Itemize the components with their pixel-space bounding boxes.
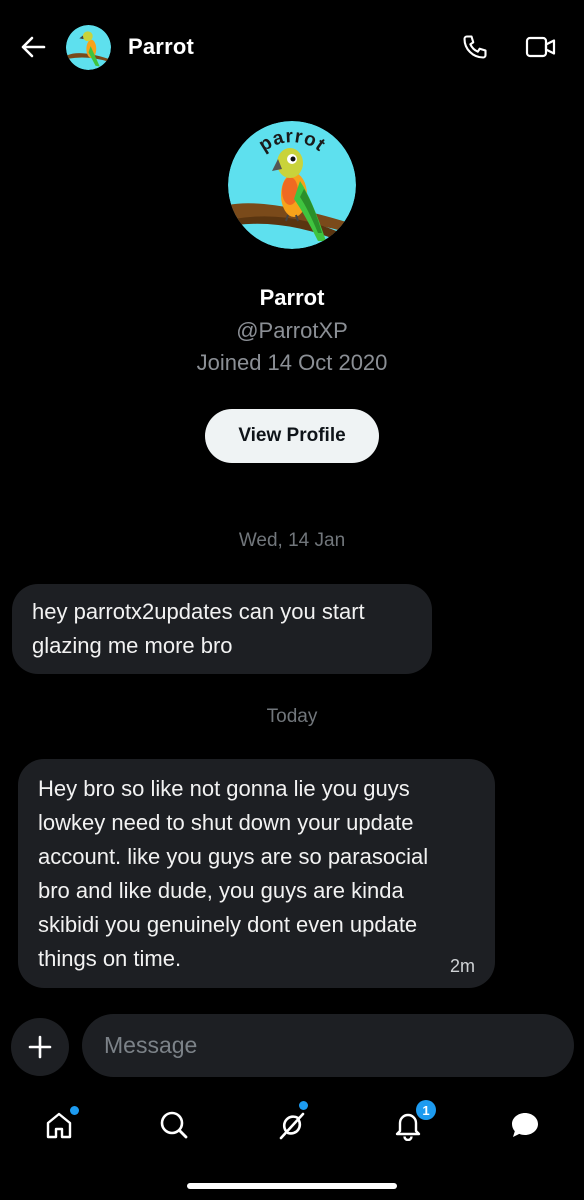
- message-input[interactable]: [82, 1014, 574, 1077]
- grok-icon: [279, 1112, 305, 1140]
- date-separator: Today: [266, 706, 318, 727]
- conversation-title[interactable]: Parrot: [128, 34, 194, 60]
- view-profile-button[interactable]: View Profile: [205, 409, 379, 463]
- search-icon: [160, 1111, 188, 1139]
- messages-bubble-icon: [512, 1113, 538, 1137]
- nav-grok[interactable]: [267, 1100, 317, 1150]
- message-text-line: things on time.: [38, 946, 182, 971]
- add-attachment-button[interactable]: [11, 1018, 69, 1076]
- message-text-line: Hey bro so like not gonna lie you guys: [38, 776, 410, 801]
- conversation-header: Parrot: [0, 0, 584, 96]
- profile-handle: @ParrotXP: [236, 318, 348, 343]
- unread-dot: [70, 1106, 79, 1115]
- parrot-avatar-icon: parrot: [228, 121, 356, 249]
- profile-avatar[interactable]: parrot: [228, 121, 356, 249]
- plus-icon: [28, 1035, 52, 1059]
- message-text-line: account. like you guys are so parasocial: [38, 844, 429, 869]
- nav-home[interactable]: [34, 1100, 84, 1150]
- nav-messages[interactable]: [500, 1100, 550, 1150]
- home-indicator[interactable]: [187, 1183, 397, 1189]
- message-bubble[interactable]: hey parrotx2updates can you start glazin…: [12, 584, 432, 674]
- message-bubble[interactable]: Hey bro so like not gonna lie you guys l…: [18, 759, 495, 988]
- nav-search[interactable]: [149, 1100, 199, 1150]
- back-arrow-icon: [21, 36, 46, 58]
- header-avatar[interactable]: [66, 25, 111, 70]
- call-button[interactable]: [458, 30, 492, 64]
- bottom-navigation: 1: [0, 1090, 584, 1160]
- nav-notifications[interactable]: 1: [383, 1100, 436, 1150]
- message-text-line: bro and like dude, you guys are kinda: [38, 878, 404, 903]
- message-text-line: skibidi you genuinely dont even update: [38, 912, 418, 937]
- notifications-badge: 1: [416, 1100, 436, 1120]
- video-call-button[interactable]: [522, 30, 560, 64]
- profile-joined-date: Joined 14 Oct 2020: [196, 350, 388, 375]
- video-camera-icon: [525, 36, 556, 58]
- phone-icon: [463, 35, 487, 59]
- date-separator: Wed, 14 Jan: [238, 530, 346, 551]
- message-text-line: glazing me more bro: [32, 633, 233, 658]
- message-timestamp: 2m: [449, 956, 475, 976]
- dm-screen: Parrot parrot Parrot @ParrotXP Joined 14…: [0, 0, 584, 1200]
- message-text-line: hey parrotx2updates can you start: [32, 599, 365, 624]
- unread-dot: [299, 1101, 308, 1110]
- profile-name: Parrot: [259, 285, 325, 310]
- parrot-avatar-icon: [66, 25, 111, 70]
- message-text-line: lowkey need to shut down your update: [38, 810, 414, 835]
- back-button[interactable]: [16, 30, 50, 64]
- home-icon: [46, 1112, 72, 1139]
